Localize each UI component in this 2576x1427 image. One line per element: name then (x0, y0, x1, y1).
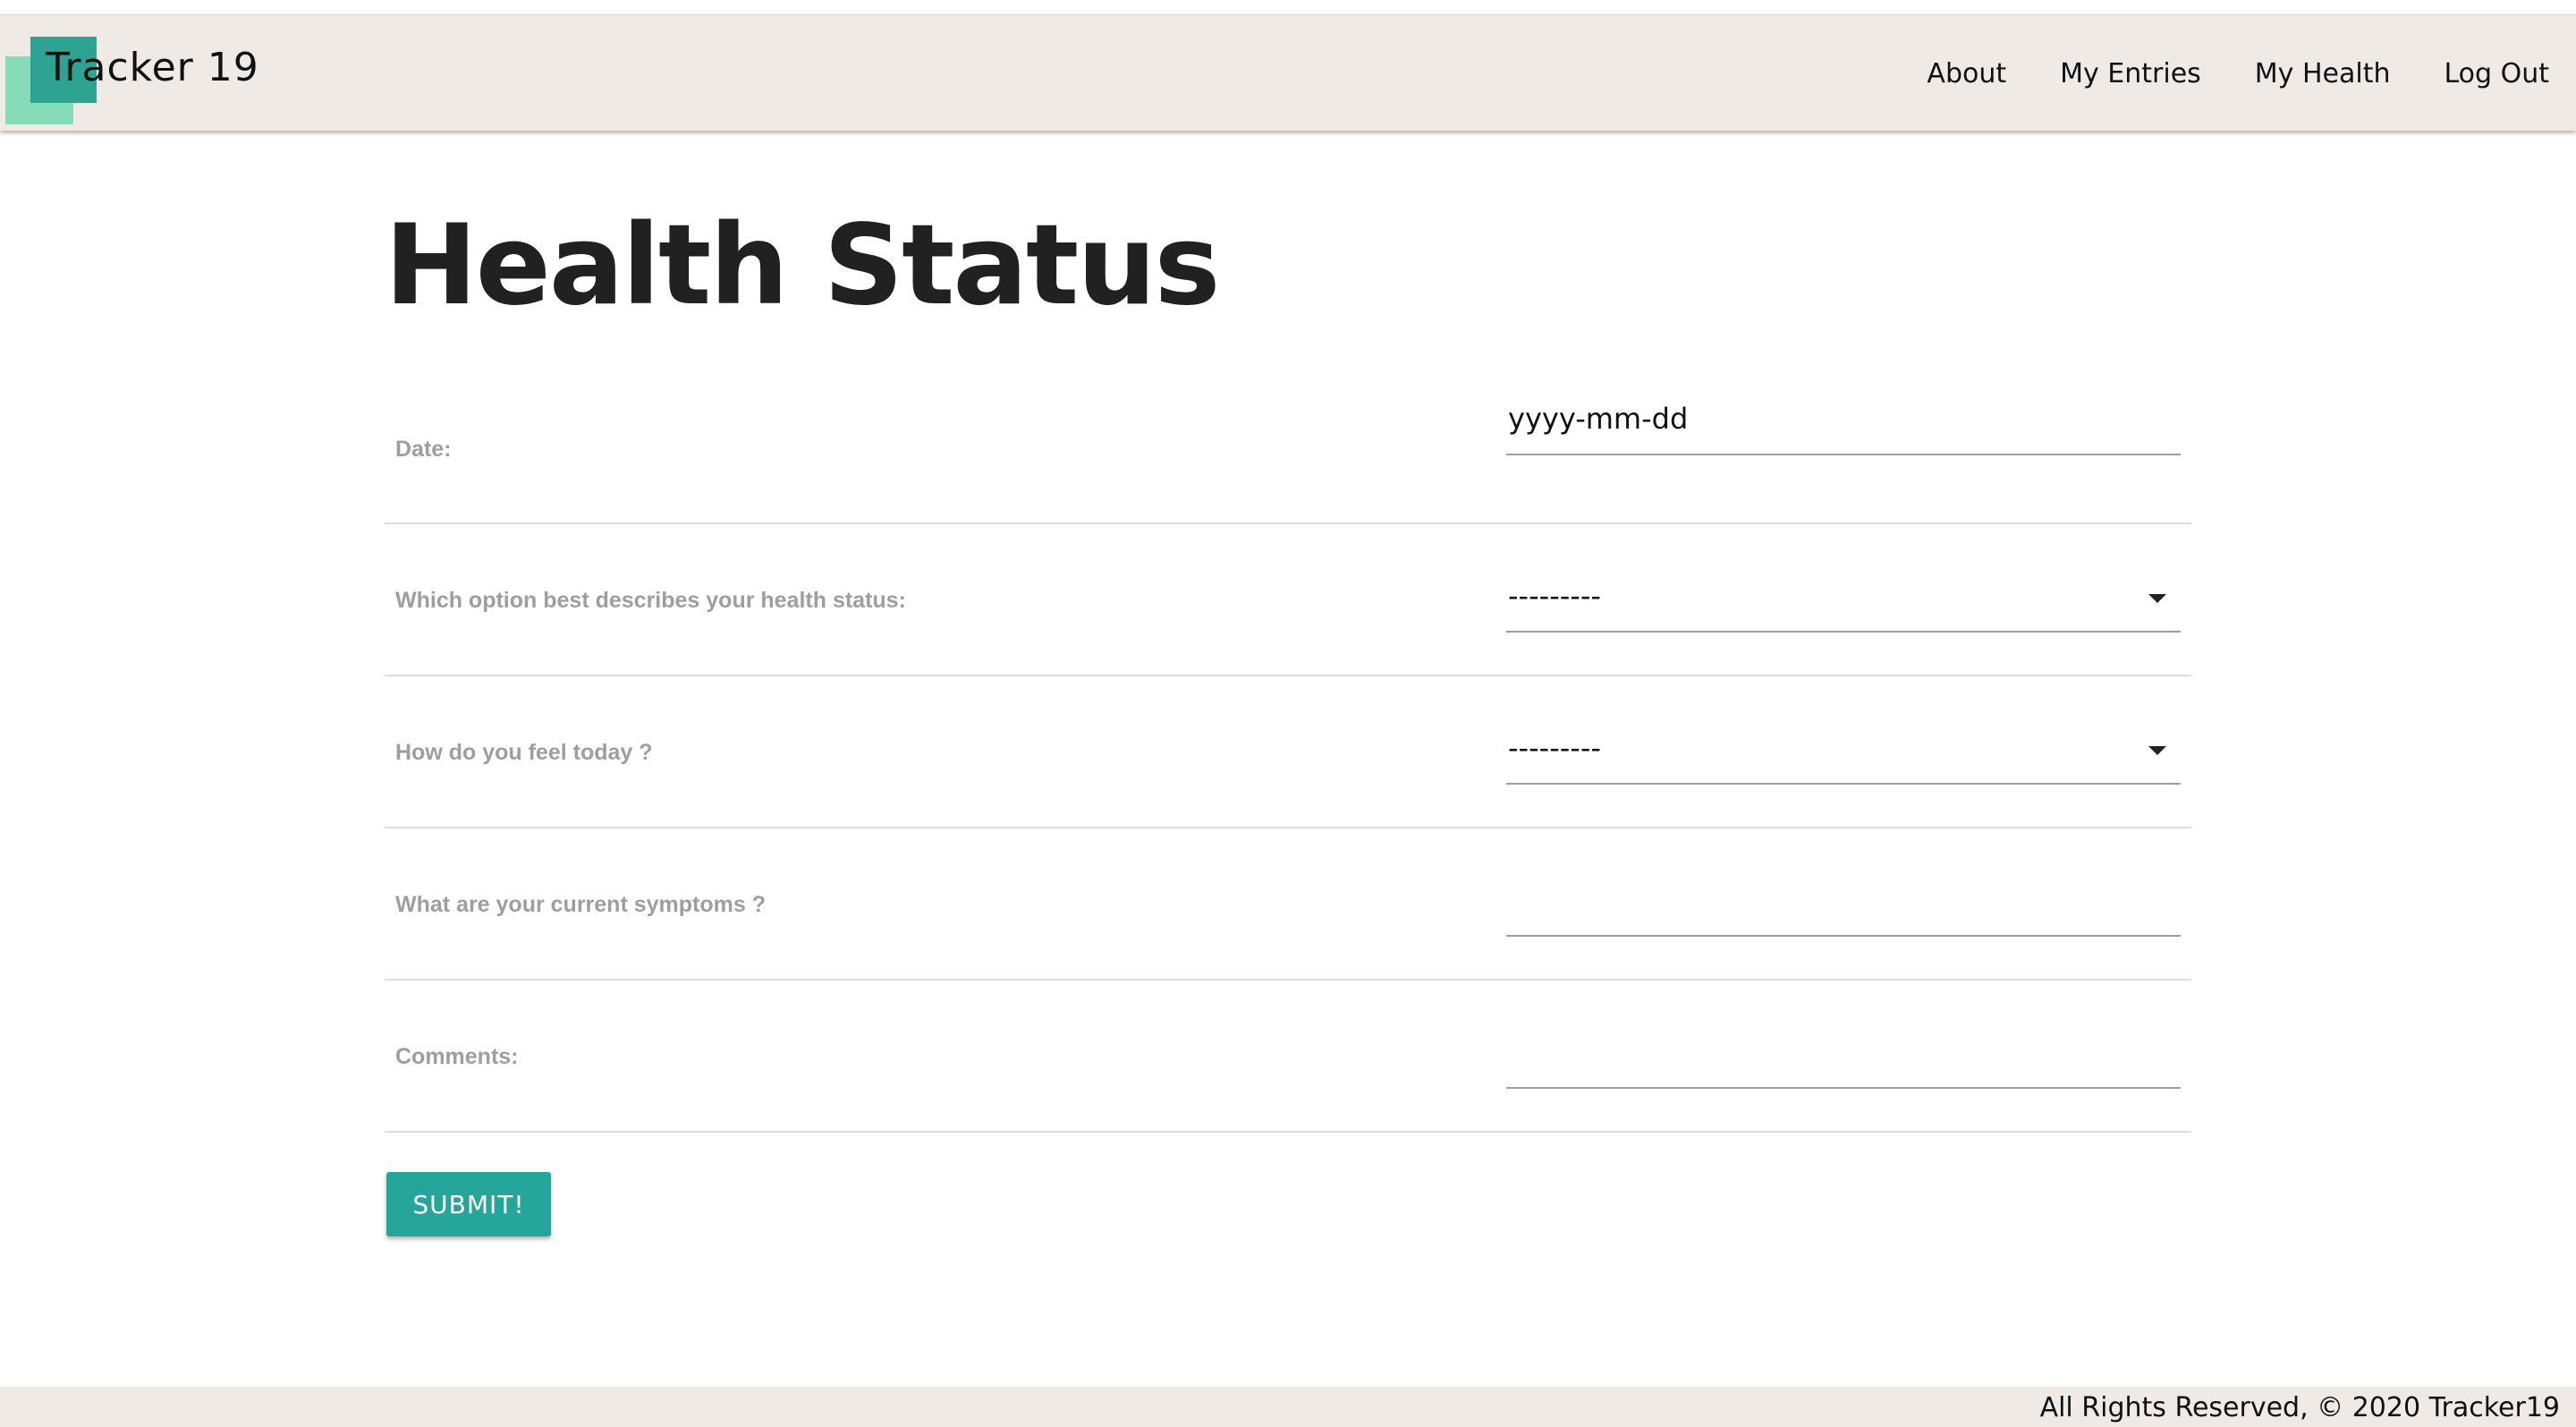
brand-name[interactable]: Tracker 19 (46, 45, 259, 90)
symptoms-input[interactable] (1506, 869, 2181, 937)
nav-my-entries-link[interactable]: My Entries (2060, 58, 2201, 89)
brand-logo[interactable]: Tracker 19 (0, 15, 286, 132)
form-row-feel-today: How do you feel today ? --------- (385, 676, 2191, 828)
date-placeholder: yyyy-mm-dd (1508, 402, 1689, 436)
copyright-text: All Rights Reserved, © 2020 Tracker19 (2039, 1392, 2560, 1423)
feel-today-label: How do you feel today ? (395, 739, 653, 765)
feel-today-select[interactable]: --------- (1506, 717, 2181, 785)
feel-today-selected: --------- (1508, 731, 1601, 765)
page: Tracker 19 About My Entries My Health Lo… (0, 0, 2576, 1427)
date-input[interactable]: yyyy-mm-dd (1506, 387, 2181, 455)
form-row-comments: Comments: (385, 981, 2191, 1133)
comments-input[interactable] (1506, 1021, 2181, 1089)
comments-label: Comments: (395, 1043, 519, 1069)
submit-button[interactable]: SUBMIT! (386, 1172, 551, 1236)
health-status-selected: --------- (1508, 579, 1601, 613)
health-status-select[interactable]: --------- (1506, 565, 2181, 633)
symptoms-label: What are your current symptoms ? (395, 891, 766, 917)
main-nav: About My Entries My Health Log Out (1873, 15, 2549, 132)
form-row-symptoms: What are your current symptoms ? (385, 828, 2191, 981)
nav-about-link[interactable]: About (1927, 58, 2006, 89)
nav-my-health-link[interactable]: My Health (2255, 58, 2391, 89)
nav-log-out-link[interactable]: Log Out (2444, 58, 2549, 89)
form-row-health-status: Which option best describes your health … (385, 524, 2191, 676)
footer: All Rights Reserved, © 2020 Tracker19 (0, 1387, 2576, 1427)
top-navbar: Tracker 19 About My Entries My Health Lo… (0, 14, 2576, 131)
health-status-label: Which option best describes your health … (395, 587, 906, 613)
form-row-date: Date: yyyy-mm-dd (385, 374, 2191, 524)
date-label: Date: (395, 436, 452, 462)
page-title: Health Status (385, 201, 1220, 330)
health-status-form: Date: yyyy-mm-dd Which option best descr… (385, 374, 2191, 1133)
chevron-down-icon (2148, 594, 2166, 603)
chevron-down-icon (2148, 746, 2166, 755)
